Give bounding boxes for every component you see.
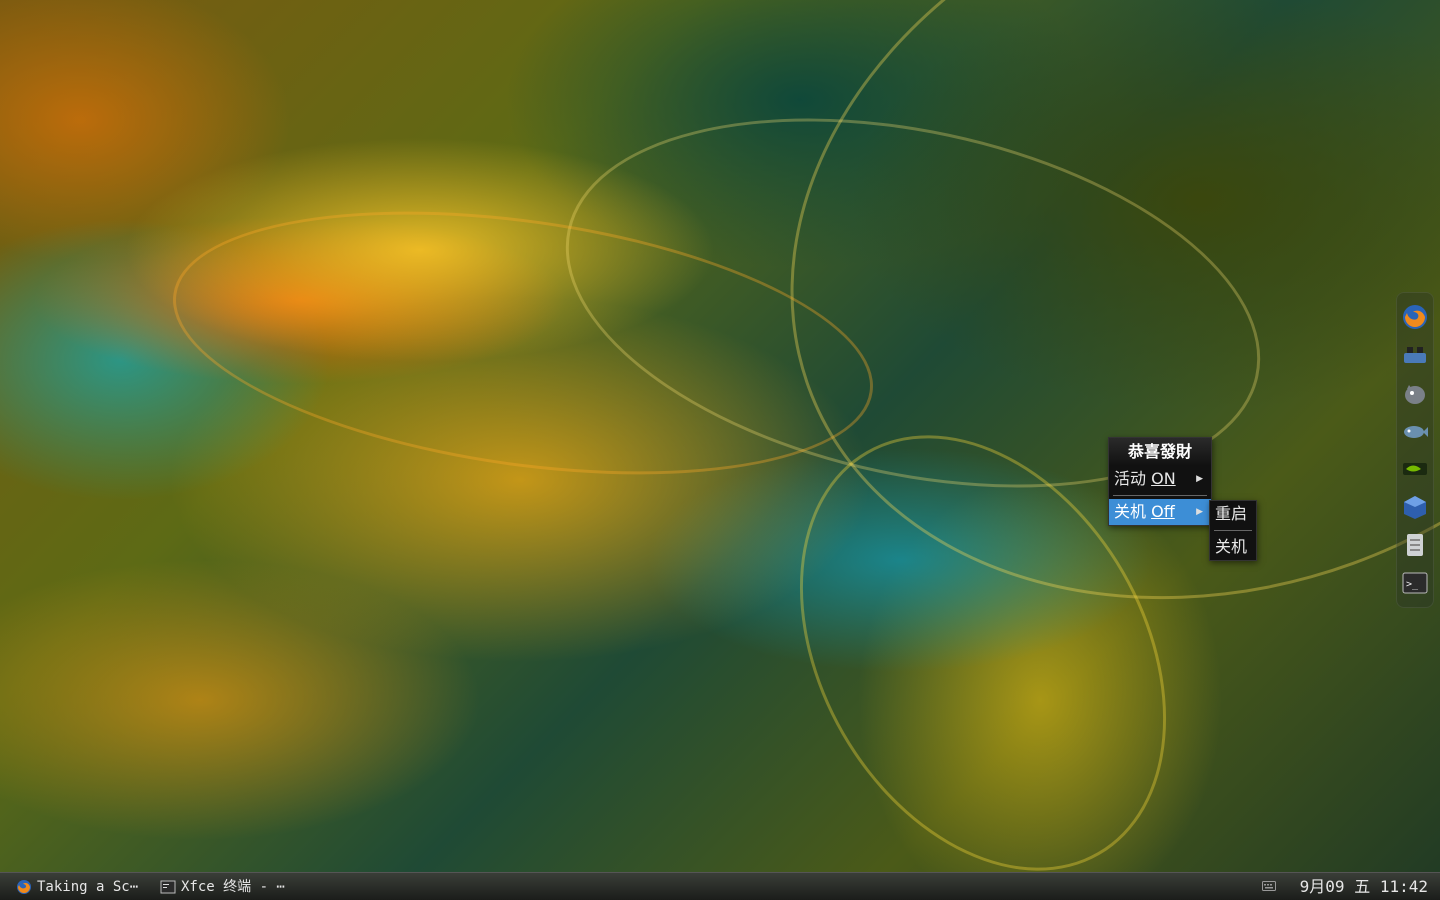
pidgin-icon[interactable] [1400, 378, 1430, 408]
network-icon[interactable] [1400, 340, 1430, 370]
taskbar-task-label: Xfce 终端 - ⋯ [181, 879, 285, 895]
app-dock: >_ [1396, 292, 1434, 608]
taskbar-task-label: Taking a Sc⋯ [37, 879, 139, 895]
svg-text:>_: >_ [1406, 579, 1419, 590]
menu-item-label: 关机 [1114, 502, 1152, 521]
taskbar-clock[interactable]: 9月09 五 11:42 [1300, 876, 1428, 898]
chevron-right-icon: ▶ [1196, 474, 1203, 484]
menu-item-mnemonic: ON [1151, 469, 1176, 488]
menu-separator [1214, 530, 1252, 531]
taskbar-task-terminal[interactable]: Xfce 终端 - ⋯ [160, 876, 285, 898]
taskbar: Taking a Sc⋯ Xfce 终端 - ⋯ 9月09 五 11:42 [0, 872, 1440, 900]
menu-separator [1113, 495, 1207, 496]
desktop-wallpaper: >_ 恭喜發財 活动 ON ▶ 关机 Off ▶ 重启 关机 [0, 0, 1440, 900]
nvidia-icon[interactable] [1400, 454, 1430, 484]
taskbar-task-firefox[interactable]: Taking a Sc⋯ [16, 876, 138, 898]
submenu-item-restart[interactable]: 重启 [1210, 501, 1256, 527]
chevron-right-icon: ▶ [1196, 507, 1203, 517]
submenu-item-poweroff[interactable]: 关机 [1210, 534, 1256, 560]
menu-item-activity[interactable]: 活动 ON ▶ [1109, 466, 1211, 492]
swirl-decoration [156, 172, 890, 514]
shutdown-submenu: 重启 关机 [1209, 500, 1257, 561]
menu-item-shutdown[interactable]: 关机 Off ▶ [1109, 499, 1211, 525]
terminal-icon [160, 880, 176, 894]
file-manager-icon[interactable] [1400, 530, 1430, 560]
menu-item-label: 活动 [1114, 469, 1152, 488]
keyboard-icon[interactable] [1262, 880, 1276, 892]
firefox-icon [17, 880, 31, 894]
terminal-icon[interactable]: >_ [1400, 568, 1430, 598]
root-menu: 恭喜發財 活动 ON ▶ 关机 Off ▶ [1108, 437, 1212, 526]
swirl-decoration [686, 0, 1440, 720]
virtualbox-icon[interactable] [1400, 492, 1430, 522]
menu-item-mnemonic: Off [1151, 502, 1175, 521]
fish-icon[interactable] [1400, 416, 1430, 446]
firefox-icon[interactable] [1400, 302, 1430, 332]
menu-header: 恭喜發財 [1109, 438, 1211, 466]
